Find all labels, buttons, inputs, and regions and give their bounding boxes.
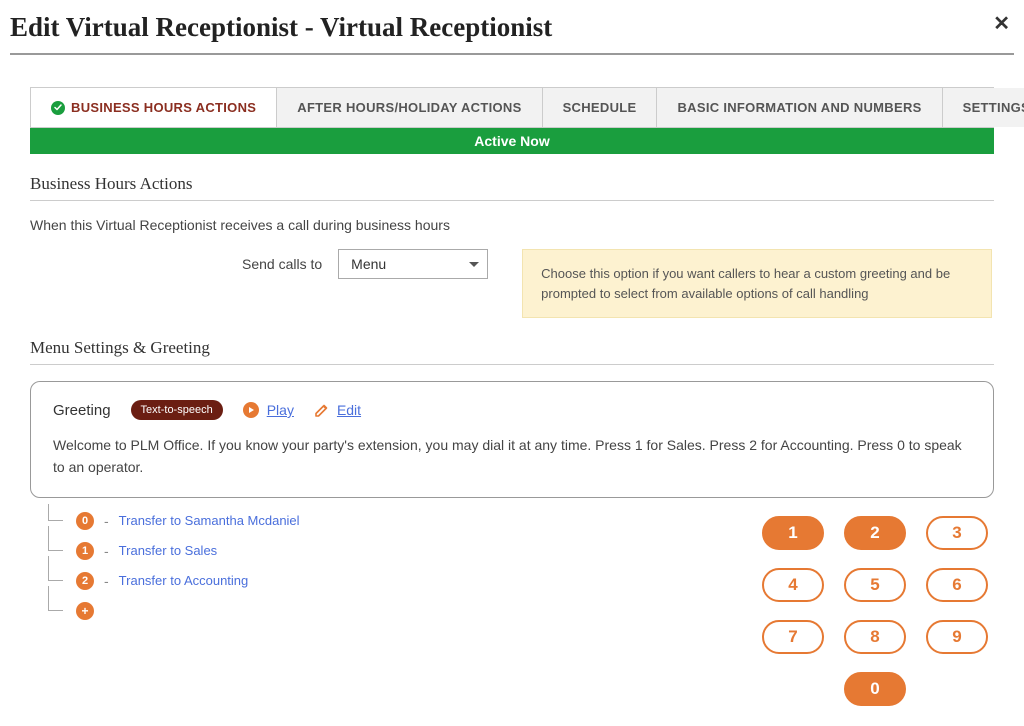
add-rule-row: + (30, 596, 762, 626)
keypad-key-2[interactable]: 2 (844, 516, 906, 550)
chevron-down-icon (469, 262, 479, 267)
send-calls-row: Send calls to Menu Choose this option if… (30, 249, 994, 318)
tab-bar: BUSINESS HOURS ACTIONS AFTER HOURS/HOLID… (30, 87, 994, 128)
keypad-key-5[interactable]: 5 (844, 568, 906, 602)
tab-label: BUSINESS HOURS ACTIONS (71, 100, 256, 115)
key-badge: 1 (76, 542, 94, 560)
play-icon (243, 402, 259, 418)
section-description: When this Virtual Receptionist receives … (30, 217, 994, 233)
dash: - (104, 513, 109, 529)
send-calls-dropdown[interactable]: Menu (338, 249, 488, 279)
rule-action-link[interactable]: Transfer to Samantha Mcdaniel (119, 513, 300, 528)
dialog-header: Edit Virtual Receptionist - Virtual Rece… (10, 8, 1014, 55)
send-calls-wrap: Send calls to Menu (242, 249, 488, 279)
plus-icon[interactable]: + (76, 602, 94, 620)
pencil-icon (314, 403, 329, 418)
menu-body: 0 - Transfer to Samantha Mcdaniel 1 - Tr… (30, 506, 994, 706)
keypad-key-0[interactable]: 0 (844, 672, 906, 706)
send-calls-label: Send calls to (242, 256, 322, 272)
keypad: 1 2 3 4 5 6 7 8 9 0 (762, 516, 988, 706)
key-badge: 0 (76, 512, 94, 530)
keypad-key-8[interactable]: 8 (844, 620, 906, 654)
tab-business-hours-actions[interactable]: BUSINESS HOURS ACTIONS (31, 88, 277, 127)
play-button[interactable]: Play (243, 402, 294, 418)
keypad-key-7[interactable]: 7 (762, 620, 824, 654)
info-note: Choose this option if you want callers t… (522, 249, 992, 318)
rule-action-link[interactable]: Transfer to Accounting (119, 573, 249, 588)
key-badge: 2 (76, 572, 94, 590)
greeting-card: Greeting Text-to-speech Play Edit Welcom… (30, 381, 994, 498)
tab-basic-information-and-numbers[interactable]: BASIC INFORMATION AND NUMBERS (657, 88, 942, 127)
check-circle-icon (51, 101, 65, 115)
page-title: Edit Virtual Receptionist - Virtual Rece… (10, 12, 552, 43)
menu-settings-section: Menu Settings & Greeting Greeting Text-t… (30, 338, 994, 706)
dash: - (104, 573, 109, 589)
keypad-key-3[interactable]: 3 (926, 516, 988, 550)
tab-settings[interactable]: SETTINGS (943, 88, 1024, 127)
tab-label: BASIC INFORMATION AND NUMBERS (677, 100, 921, 115)
call-rule: 0 - Transfer to Samantha Mcdaniel (30, 506, 762, 536)
keypad-key-6[interactable]: 6 (926, 568, 988, 602)
dash: - (104, 543, 109, 559)
edit-label: Edit (337, 402, 361, 418)
edit-button[interactable]: Edit (314, 402, 361, 418)
keypad-key-1[interactable]: 1 (762, 516, 824, 550)
tab-label: AFTER HOURS/HOLIDAY ACTIONS (297, 100, 521, 115)
section-title: Menu Settings & Greeting (30, 338, 994, 365)
greeting-label: Greeting (53, 402, 111, 419)
tab-schedule[interactable]: SCHEDULE (543, 88, 658, 127)
rule-action-link[interactable]: Transfer to Sales (119, 543, 218, 558)
call-rule: 2 - Transfer to Accounting (30, 566, 762, 596)
tts-badge: Text-to-speech (131, 400, 223, 420)
keypad-key-4[interactable]: 4 (762, 568, 824, 602)
status-bar: Active Now (30, 128, 994, 154)
business-hours-actions-section: Business Hours Actions When this Virtual… (30, 174, 994, 318)
greeting-header: Greeting Text-to-speech Play Edit (53, 400, 971, 420)
play-label: Play (267, 402, 294, 418)
greeting-text: Welcome to PLM Office. If you know your … (53, 434, 971, 479)
section-title: Business Hours Actions (30, 174, 994, 201)
close-icon[interactable]: ✕ (989, 12, 1014, 36)
call-rule: 1 - Transfer to Sales (30, 536, 762, 566)
tab-label: SCHEDULE (563, 100, 637, 115)
tabs-block: BUSINESS HOURS ACTIONS AFTER HOURS/HOLID… (30, 87, 994, 154)
tab-label: SETTINGS (963, 100, 1024, 115)
dropdown-value: Menu (351, 256, 386, 272)
call-rules-tree: 0 - Transfer to Samantha Mcdaniel 1 - Tr… (30, 506, 762, 706)
keypad-key-9[interactable]: 9 (926, 620, 988, 654)
tab-after-hours-holiday-actions[interactable]: AFTER HOURS/HOLIDAY ACTIONS (277, 88, 542, 127)
